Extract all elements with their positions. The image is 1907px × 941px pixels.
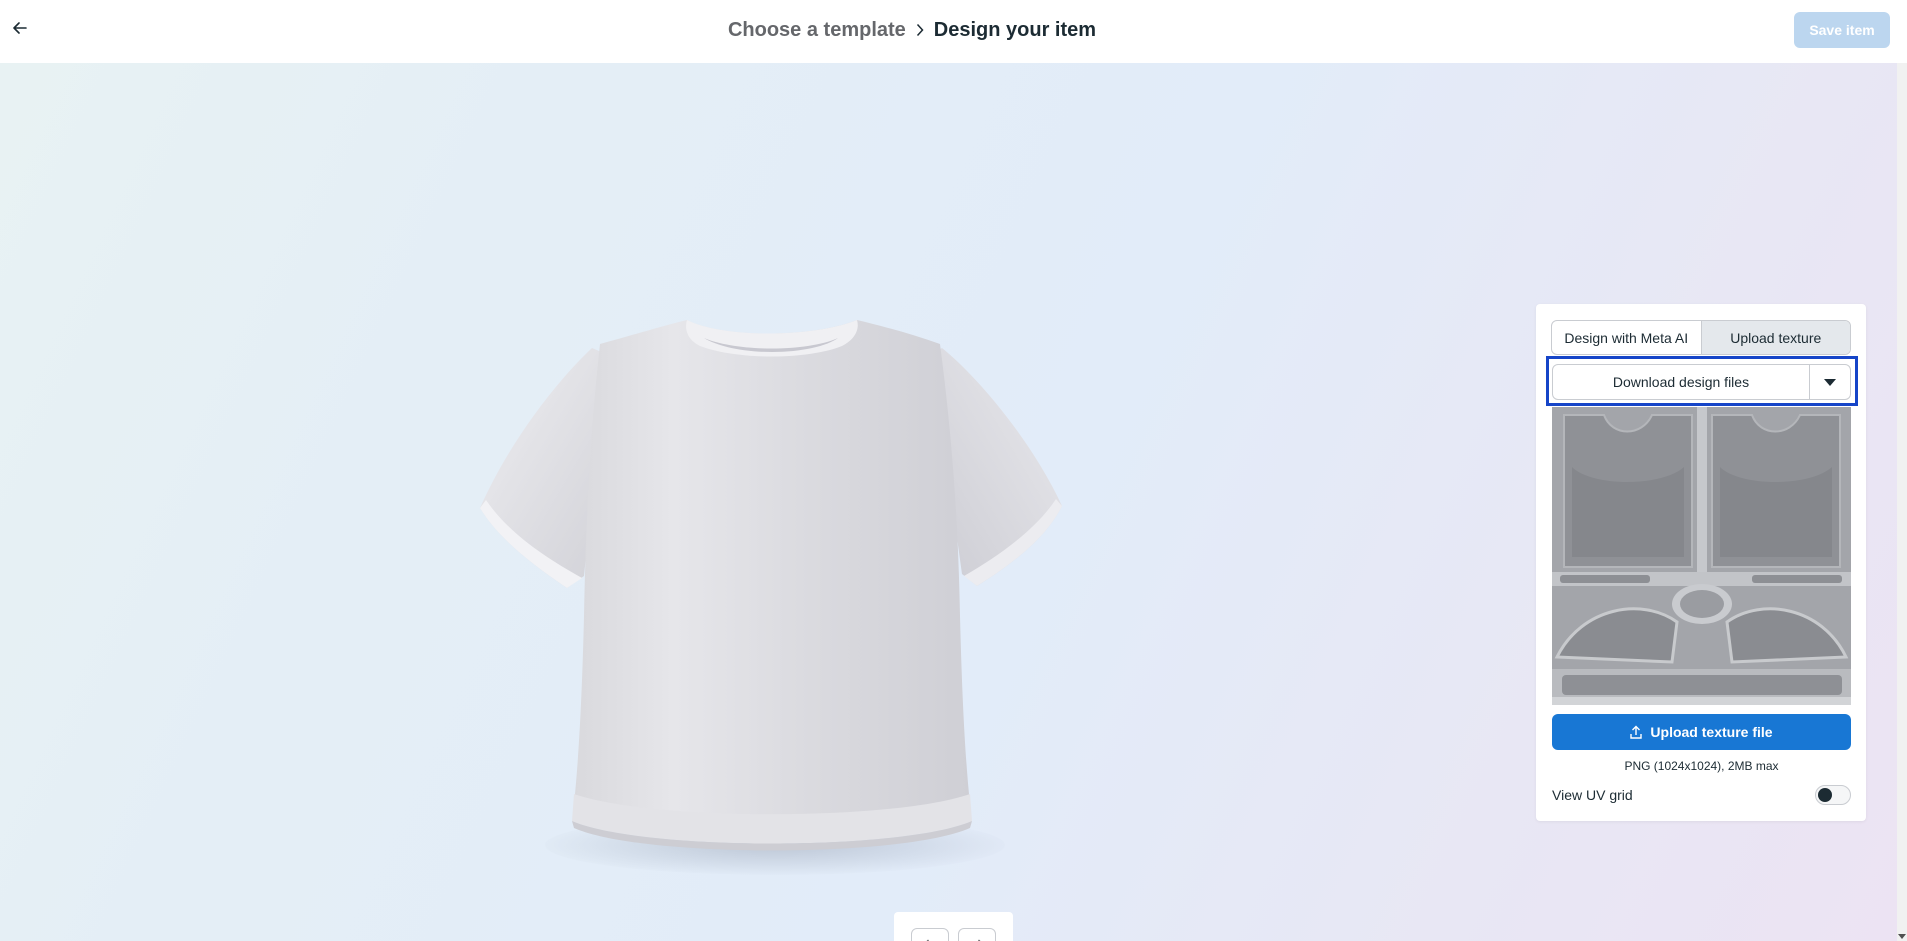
uv-texture-image — [1552, 407, 1851, 705]
vertical-scrollbar[interactable] — [1897, 63, 1907, 941]
breadcrumb-choose-template[interactable]: Choose a template — [728, 19, 906, 42]
design-panel: Design with Meta AI Upload texture Downl… — [1536, 304, 1866, 821]
uv-grid-row: View UV grid — [1552, 782, 1851, 808]
texture-preview — [1552, 407, 1851, 705]
design-mode-tabs: Design with Meta AI Upload texture — [1551, 320, 1851, 355]
3d-preview-canvas[interactable]: Design with Meta AI Upload texture Downl… — [0, 63, 1897, 941]
uv-grid-label: View UV grid — [1552, 787, 1633, 803]
history-controls — [894, 912, 1013, 941]
tshirt-model[interactable] — [472, 316, 1072, 861]
upload-texture-file-label: Upload texture file — [1650, 724, 1773, 740]
tab-design-with-meta-ai[interactable]: Design with Meta AI — [1552, 321, 1701, 354]
tab-upload-texture[interactable]: Upload texture — [1700, 321, 1850, 354]
download-design-files-button[interactable]: Download design files — [1553, 365, 1809, 399]
uv-grid-toggle[interactable] — [1815, 785, 1851, 805]
breadcrumb: Choose a template Design your item — [0, 17, 1907, 43]
download-options-dropdown[interactable] — [1809, 365, 1850, 399]
scroll-down-arrow-icon[interactable] — [1898, 934, 1906, 939]
upload-icon — [1630, 725, 1643, 739]
caret-down-icon — [1824, 378, 1836, 386]
upload-texture-file-button[interactable]: Upload texture file — [1552, 714, 1851, 750]
toggle-knob — [1818, 788, 1832, 802]
save-item-button[interactable]: Save item — [1794, 12, 1890, 48]
undo-button[interactable] — [911, 928, 949, 941]
upload-requirements-text: PNG (1024x1024), 2MB max — [1624, 759, 1779, 773]
chevron-right-icon — [916, 23, 924, 37]
top-bar: Choose a template Design your item Save … — [0, 0, 1907, 63]
download-design-files-split-button: Download design files — [1552, 364, 1851, 400]
page-title: Design your item — [933, 18, 1097, 41]
redo-button[interactable] — [958, 928, 996, 941]
